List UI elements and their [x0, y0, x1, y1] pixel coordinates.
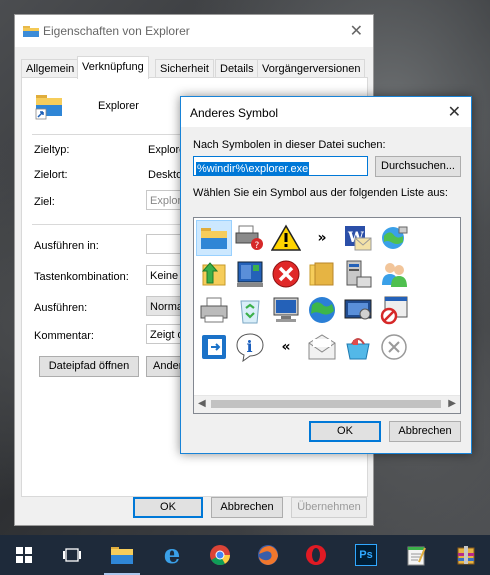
computer-icon[interactable]	[268, 292, 304, 328]
close-circle-icon[interactable]	[376, 329, 412, 365]
firefox-icon[interactable]	[244, 535, 292, 575]
internet-explorer-icon[interactable]: e	[148, 535, 196, 575]
warning-icon[interactable]	[268, 220, 304, 256]
dialog-ok-button[interactable]: OK	[309, 421, 381, 442]
system-properties-icon[interactable]	[340, 256, 376, 292]
search-label: Nach Symbolen in dieser Datei suchen:	[193, 139, 386, 151]
tab-allgemein[interactable]: Allgemein	[21, 59, 80, 78]
item-name: Explorer	[98, 100, 139, 112]
kommentar-label: Kommentar:	[34, 330, 94, 342]
envelope-icon[interactable]	[304, 329, 340, 365]
icon-list[interactable]: ? » W	[193, 217, 461, 414]
exit-icon[interactable]	[196, 329, 232, 365]
photoshop-icon[interactable]: Ps	[342, 535, 390, 575]
file-path-text: %windir%\explorer.exe	[196, 162, 310, 176]
blocked-window-icon[interactable]	[376, 292, 412, 328]
scrollbar-thumb[interactable]	[211, 400, 441, 408]
printer-icon[interactable]	[196, 292, 232, 328]
printer-network-icon[interactable]: ?	[232, 220, 268, 256]
ziel-label: Ziel:	[34, 196, 55, 208]
file-path-input[interactable]: %windir%\explorer.exe	[193, 156, 368, 176]
zieltyp-label: Zieltyp:	[34, 144, 70, 156]
svg-text:?: ?	[255, 241, 260, 251]
horizontal-scrollbar[interactable]: ◀ ▶	[194, 395, 460, 413]
dialog-cancel-button[interactable]: Abbrechen	[389, 421, 461, 442]
internet-globe-icon[interactable]	[376, 220, 412, 256]
dialog-titlebar[interactable]: Anderes Symbol ✕	[181, 97, 471, 127]
tab-details[interactable]: Details	[215, 59, 259, 78]
open-file-location-button[interactable]: Dateipfad öffnen	[39, 356, 139, 377]
scroll-left-icon[interactable]: ◀	[198, 398, 206, 409]
windows-start-icon[interactable]	[0, 535, 48, 575]
task-view-icon[interactable]	[48, 535, 96, 575]
opera-icon[interactable]	[292, 535, 340, 575]
taskbar: e Ps	[0, 535, 490, 575]
ausfuehren-in-label: Ausführen in:	[34, 240, 99, 252]
properties-titlebar[interactable]: Eigenschaften von Explorer ✕	[15, 15, 373, 47]
scroll-right-icon[interactable]: ▶	[448, 398, 456, 409]
apply-button[interactable]: Übernehmen	[291, 497, 367, 518]
folder-icon[interactable]	[196, 220, 232, 256]
file-explorer-icon[interactable]	[98, 535, 146, 575]
globe-icon[interactable]	[304, 292, 340, 328]
explorer-shortcut-icon	[35, 95, 62, 120]
icon-list-label: Wählen Sie ein Symbol aus der folgenden …	[193, 187, 448, 199]
ausfuehren-label: Ausführen:	[34, 302, 88, 314]
network-computer-icon[interactable]	[232, 256, 268, 292]
svg-text:i: i	[247, 337, 253, 356]
tastenkombination-label: Tastenkombination:	[34, 271, 129, 283]
error-icon[interactable]	[268, 256, 304, 292]
notepad-icon[interactable]	[392, 535, 440, 575]
cancel-button[interactable]: Abbrechen	[211, 497, 283, 518]
folder-up-arrow-icon[interactable]	[196, 256, 232, 292]
folder-closed-icon[interactable]	[304, 256, 340, 292]
chrome-icon[interactable]	[196, 535, 244, 575]
users-icon[interactable]	[376, 256, 412, 292]
properties-title: Eigenschaften von Explorer	[43, 24, 190, 38]
dialog-title: Anderes Symbol	[190, 106, 279, 120]
change-icon-dialog: Anderes Symbol ✕ Nach Symbolen in dieser…	[180, 96, 472, 454]
photoshop-label: Ps	[355, 544, 377, 566]
shopping-basket-icon[interactable]	[340, 329, 376, 365]
winrar-icon[interactable]	[442, 535, 490, 575]
fast-forward-icon[interactable]: »	[304, 220, 340, 256]
ok-button[interactable]: OK	[133, 497, 203, 518]
folder-icon	[23, 26, 39, 37]
tab-sicherheit[interactable]: Sicherheit	[155, 59, 214, 78]
word-mail-icon[interactable]: W	[340, 220, 376, 256]
display-settings-icon[interactable]	[340, 292, 376, 328]
rewind-icon[interactable]: «	[268, 329, 304, 365]
browse-button[interactable]: Durchsuchen...	[375, 156, 461, 177]
tab-vorgaengerversionen[interactable]: Vorgängerversionen	[257, 59, 366, 78]
tab-verknuepfung[interactable]: Verknüpfung	[77, 56, 149, 79]
recycle-bin-icon[interactable]	[232, 292, 268, 328]
close-icon[interactable]: ✕	[448, 102, 461, 122]
info-bubble-icon[interactable]: i	[232, 329, 268, 365]
zielort-label: Zielort:	[34, 169, 68, 181]
close-icon[interactable]: ✕	[350, 21, 363, 41]
